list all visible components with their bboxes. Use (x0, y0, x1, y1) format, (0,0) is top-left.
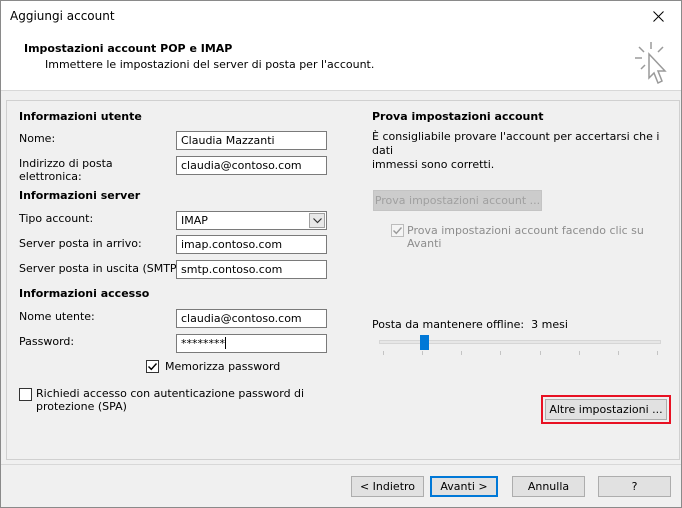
slider-tick (618, 351, 619, 355)
email-label-line1: Indirizzo di posta (19, 157, 113, 170)
username-label: Nome utente: (19, 310, 95, 323)
header-subtitle: Immettere le impostazioni del server di … (45, 58, 375, 71)
test-description: È consigliabile provare l'account per ac… (372, 130, 679, 172)
offline-label-text: Posta da mantenere offline: (372, 318, 525, 331)
header-title: Impostazioni account POP e IMAP (24, 42, 233, 55)
next-button[interactable]: Avanti > (430, 476, 498, 497)
account-type-value: IMAP (181, 214, 208, 227)
remember-password-checkbox[interactable] (146, 360, 159, 373)
close-button[interactable] (635, 1, 681, 32)
checkmark-icon (393, 227, 403, 235)
spa-label-line2: protezione (SPA) (36, 400, 127, 413)
slider-tick (461, 351, 462, 355)
username-field[interactable]: claudia@contoso.com (176, 309, 327, 328)
name-label: Nome: (19, 132, 56, 145)
access-info-heading: Informazioni accesso (19, 287, 150, 300)
footer-divider (1, 464, 681, 465)
email-label-line2: elettronica: (19, 170, 82, 183)
slider-tick (657, 351, 658, 355)
slider-tick (383, 351, 384, 355)
dialog-header: Impostazioni account POP e IMAP Immetter… (1, 32, 681, 91)
incoming-server-label: Server posta in arrivo: (19, 237, 142, 250)
auto-test-line1: Prova impostazioni account facendo clic … (407, 224, 644, 237)
test-desc-line1: È consigliabile provare l'account per ac… (372, 130, 660, 157)
password-label: Password: (19, 335, 75, 348)
outgoing-server-field[interactable]: smtp.contoso.com (176, 260, 327, 279)
spa-checkbox[interactable] (19, 388, 32, 401)
password-value: ******** (181, 337, 225, 350)
offline-label: Posta da mantenere offline: 3 mesi (372, 318, 568, 331)
password-field[interactable]: ******** (176, 334, 327, 353)
checkmark-icon (148, 363, 158, 371)
outgoing-server-label: Server posta in uscita (SMTP): (19, 262, 185, 275)
account-type-label: Tipo account: (19, 212, 94, 225)
offline-value: 3 mesi (531, 318, 568, 331)
remember-password-label: Memorizza password (165, 360, 281, 373)
cursor-click-icon (635, 42, 667, 85)
slider-thumb[interactable] (420, 335, 429, 350)
test-heading: Prova impostazioni account (372, 110, 544, 123)
close-icon (652, 11, 664, 22)
more-settings-button[interactable]: Altre impostazioni ... (541, 395, 671, 424)
auto-test-checkbox[interactable] (391, 224, 404, 237)
test-desc-line2: immessi sono corretti. (372, 158, 495, 171)
slider-tick (422, 351, 423, 355)
title-bar: Aggiungi account (1, 1, 681, 32)
spa-label-line1: Richiedi accesso con autenticazione pass… (36, 387, 305, 400)
email-label: Indirizzo di posta elettronica: (19, 157, 113, 183)
user-info-heading: Informazioni utente (19, 110, 142, 123)
back-button[interactable]: < Indietro (351, 476, 424, 497)
email-field[interactable]: claudia@contoso.com (176, 156, 327, 175)
text-cursor (225, 337, 226, 349)
test-settings-button[interactable]: Prova impostazioni account ... (373, 190, 542, 211)
name-field[interactable]: Claudia Mazzanti (176, 131, 327, 150)
offline-slider[interactable] (379, 334, 661, 358)
help-button[interactable]: ? (598, 476, 671, 497)
dialog-window: Aggiungi account Impostazioni account PO… (0, 0, 682, 508)
slider-tick (540, 351, 541, 355)
account-type-select[interactable]: IMAP (176, 211, 327, 230)
auto-test-line2: Avanti (407, 237, 442, 250)
cancel-button[interactable]: Annulla (512, 476, 585, 497)
server-info-heading: Informazioni server (19, 189, 141, 202)
window-title: Aggiungi account (10, 9, 115, 23)
auto-test-label: Prova impostazioni account facendo clic … (407, 224, 644, 250)
chevron-down-icon[interactable] (309, 213, 325, 228)
incoming-server-field[interactable]: imap.contoso.com (176, 235, 327, 254)
settings-panel: Informazioni utente Nome: Claudia Mazzan… (6, 100, 680, 460)
slider-tick (579, 351, 580, 355)
slider-tick (500, 351, 501, 355)
spa-label: Richiedi accesso con autenticazione pass… (36, 387, 304, 413)
